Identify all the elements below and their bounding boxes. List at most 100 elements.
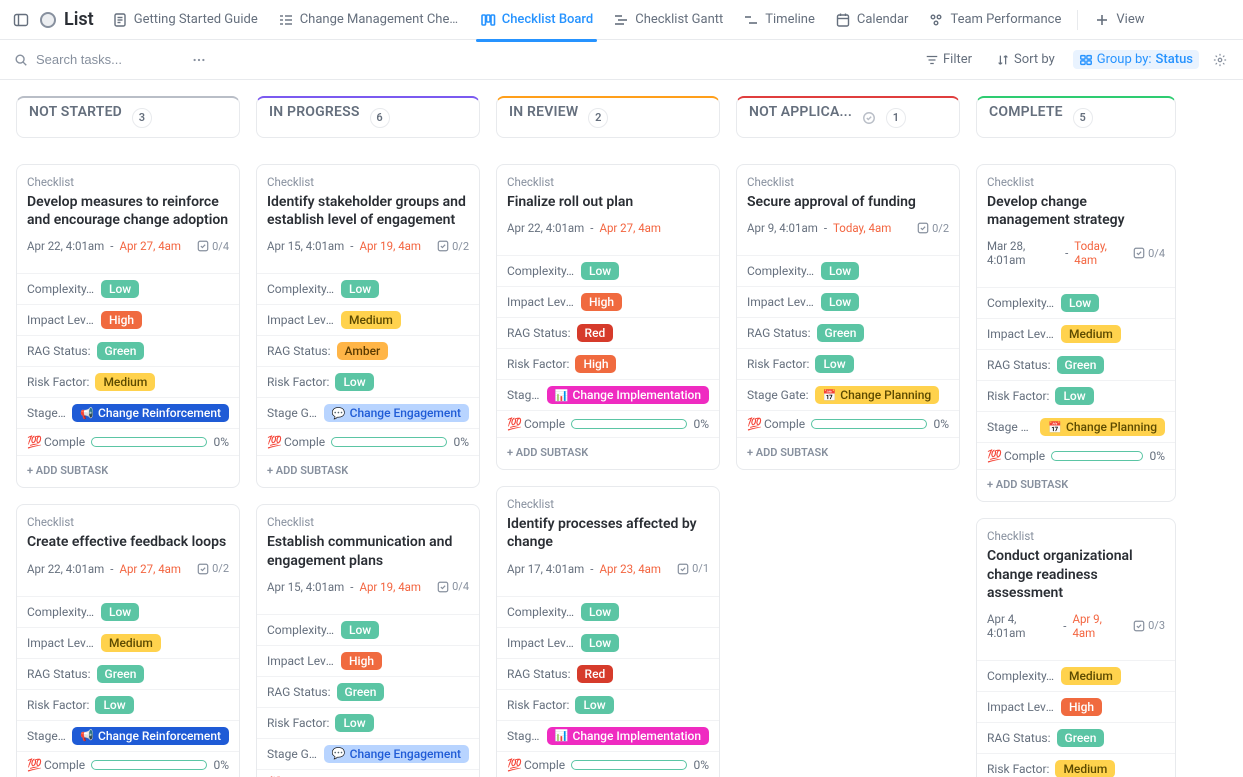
stage-pill[interactable]: 📢Change Reinforcement — [72, 727, 229, 745]
field-stage: Stage Gate: 📊Change Implementation — [497, 379, 719, 410]
complexity-pill[interactable]: Low — [821, 262, 859, 280]
task-card[interactable]: Checklist Develop measures to reinforce … — [16, 164, 240, 488]
progress-bar[interactable] — [331, 437, 447, 447]
progress-bar[interactable] — [91, 437, 207, 447]
complexity-pill[interactable]: Low — [101, 280, 139, 298]
sort-button[interactable]: Sort by — [990, 50, 1061, 69]
risk-pill[interactable]: Low — [95, 696, 133, 714]
rag-pill[interactable]: Green — [1057, 729, 1105, 747]
card-dates: Apr 9, 4:01am - Today, 4am 0/2 — [747, 221, 949, 235]
impact-pill[interactable]: Low — [821, 293, 859, 311]
more-icon[interactable] — [186, 51, 212, 69]
column-header[interactable]: IN REVIEW 2 — [496, 96, 720, 138]
tab-checklist-gantt[interactable]: Checklist Gantt — [605, 8, 731, 32]
complexity-pill[interactable]: Medium — [1061, 667, 1121, 685]
progress-bar[interactable] — [811, 419, 927, 429]
field-rag: RAG Status: Green — [17, 658, 239, 689]
rag-pill[interactable]: Amber — [337, 342, 389, 360]
task-card[interactable]: Checklist Identify stakeholder groups an… — [256, 164, 480, 488]
complexity-pill[interactable]: Low — [341, 280, 379, 298]
stage-pill[interactable]: 📢Change Reinforcement — [72, 404, 229, 422]
complexity-pill[interactable]: Low — [341, 621, 379, 639]
complexity-pill[interactable]: Low — [101, 603, 139, 621]
stage-pill[interactable]: 📊Change Implementation — [547, 386, 709, 404]
column-header[interactable]: IN PROGRESS 6 — [256, 96, 480, 138]
complexity-pill[interactable]: Low — [581, 262, 619, 280]
rag-pill[interactable]: Green — [337, 683, 385, 701]
progress-percent: 0% — [933, 417, 949, 431]
progress-bar[interactable] — [571, 760, 687, 770]
tab-calendar[interactable]: Calendar — [827, 8, 917, 32]
progress-bar[interactable] — [571, 419, 687, 429]
column-count: 6 — [370, 108, 390, 128]
rag-pill[interactable]: Red — [577, 665, 614, 683]
card-breadcrumb: Checklist — [507, 175, 709, 189]
task-card[interactable]: Checklist Secure approval of funding Apr… — [736, 164, 960, 470]
field-complete: 💯 Complet... 0% — [737, 410, 959, 437]
column-count: 2 — [588, 108, 608, 128]
impact-pill[interactable]: Medium — [101, 634, 161, 652]
complexity-pill[interactable]: Low — [1061, 294, 1099, 312]
impact-pill[interactable]: Medium — [341, 311, 401, 329]
impact-pill[interactable]: Medium — [1061, 325, 1121, 343]
impact-pill[interactable]: Low — [581, 634, 619, 652]
risk-pill[interactable]: Low — [335, 373, 373, 391]
column-header[interactable]: NOT APPLICA... 1 — [736, 96, 960, 138]
add-subtask-button[interactable]: + ADD SUBTASK — [737, 437, 959, 469]
task-card[interactable]: Checklist Establish communication and en… — [256, 504, 480, 777]
task-card[interactable]: Checklist Create effective feedback loop… — [16, 504, 240, 777]
risk-pill[interactable]: Low — [1055, 387, 1093, 405]
impact-pill[interactable]: High — [1061, 698, 1102, 716]
complexity-pill[interactable]: Low — [581, 603, 619, 621]
task-card[interactable]: Checklist Conduct organizational change … — [976, 518, 1176, 777]
tab-label: Checklist Board — [502, 12, 594, 27]
progress-bar[interactable] — [1051, 451, 1143, 461]
rag-pill[interactable]: Green — [1057, 356, 1105, 374]
tab-team-performance[interactable]: Team Performance — [920, 8, 1069, 32]
stage-pill[interactable]: 💬Change Engagement — [324, 404, 469, 422]
risk-pill[interactable]: Low — [815, 355, 853, 373]
impact-pill[interactable]: High — [101, 311, 142, 329]
group-by-button[interactable]: Group by: Status — [1073, 50, 1199, 69]
rag-pill[interactable]: Green — [817, 324, 865, 342]
risk-pill[interactable]: Low — [575, 696, 613, 714]
list-title[interactable]: List — [40, 9, 94, 30]
task-card[interactable]: Checklist Finalize roll out plan Apr 22,… — [496, 164, 720, 470]
sort-icon — [996, 53, 1010, 67]
add-subtask-button[interactable]: + ADD SUBTASK — [497, 437, 719, 469]
tab-getting-started[interactable]: Getting Started Guide — [104, 8, 266, 32]
add-view-button[interactable]: View — [1086, 8, 1152, 32]
impact-pill[interactable]: High — [341, 652, 382, 670]
card-breadcrumb: Checklist — [267, 515, 469, 529]
search-input[interactable] — [34, 51, 174, 68]
settings-icon[interactable] — [1211, 51, 1229, 69]
risk-pill[interactable]: Medium — [1055, 760, 1115, 777]
impact-pill[interactable]: High — [581, 293, 622, 311]
stage-pill[interactable]: 💬Change Engagement — [324, 745, 469, 763]
collapse-sidebar-icon[interactable] — [10, 9, 32, 31]
stage-pill[interactable]: 📊Change Implementation — [547, 727, 709, 745]
column-header[interactable]: COMPLETE 5 — [976, 96, 1176, 138]
risk-pill[interactable]: Low — [335, 714, 373, 732]
tab-timeline[interactable]: Timeline — [735, 8, 823, 32]
tab-checklist-board[interactable]: Checklist Board — [472, 8, 602, 32]
field-rag: RAG Status: Green — [977, 349, 1175, 380]
task-card[interactable]: Checklist Identify processes affected by… — [496, 486, 720, 777]
stage-pill[interactable]: 📅Change Planning — [815, 386, 940, 404]
add-subtask-button[interactable]: + ADD SUBTASK — [977, 469, 1175, 501]
rag-pill[interactable]: Green — [97, 665, 145, 683]
rag-pill[interactable]: Green — [97, 342, 145, 360]
add-subtask-button[interactable]: + ADD SUBTASK — [257, 455, 479, 487]
risk-pill[interactable]: High — [575, 355, 616, 373]
filter-button[interactable]: Filter — [919, 50, 978, 69]
tab-change-management-checklist[interactable]: Change Management Checkl... — [270, 8, 468, 32]
column-header[interactable]: NOT STARTED 3 — [16, 96, 240, 138]
rag-pill[interactable]: Red — [577, 324, 614, 342]
task-card[interactable]: Checklist Develop change management stra… — [976, 164, 1176, 502]
stage-pill[interactable]: 📅Change Planning — [1040, 418, 1165, 436]
group-icon — [1079, 53, 1093, 67]
add-subtask-button[interactable]: + ADD SUBTASK — [17, 455, 239, 487]
search-box[interactable] — [14, 51, 174, 68]
risk-pill[interactable]: Medium — [95, 373, 155, 391]
progress-bar[interactable] — [91, 760, 207, 770]
